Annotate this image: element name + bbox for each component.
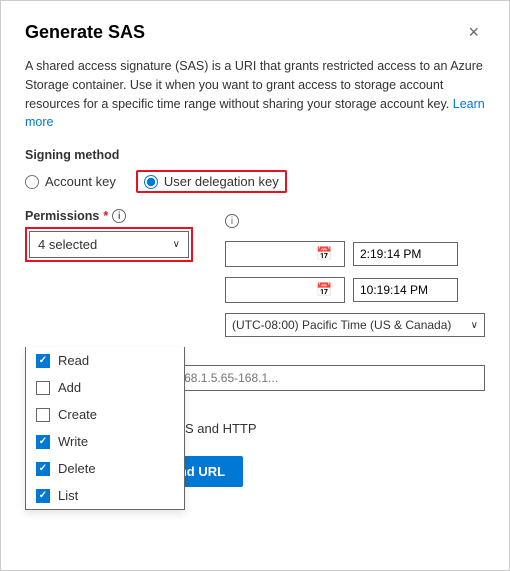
- account-key-label: Account key: [45, 174, 116, 189]
- permission-list-label: List: [58, 488, 78, 503]
- account-key-radio[interactable]: [25, 175, 39, 189]
- start-calendar-icon[interactable]: 📅: [316, 246, 332, 262]
- description-body: A shared access signature (SAS) is a URI…: [25, 59, 483, 111]
- permissions-label: Permissions * i: [25, 209, 205, 223]
- expiry-date-input[interactable]: [232, 283, 312, 297]
- permission-create-checkbox[interactable]: [36, 408, 50, 422]
- permission-write-checkbox[interactable]: [36, 435, 50, 449]
- dialog-header: Generate SAS ×: [25, 21, 485, 43]
- permission-delete-checkbox[interactable]: [36, 462, 50, 476]
- start-date-input[interactable]: [232, 247, 312, 261]
- permission-read-checkbox[interactable]: [36, 354, 50, 368]
- timezone-select[interactable]: (UTC-08:00) Pacific Time (US & Canada) ∨: [225, 313, 485, 337]
- description-text: A shared access signature (SAS) is a URI…: [25, 57, 485, 132]
- permission-list-item[interactable]: List: [26, 482, 184, 509]
- permissions-info-icon[interactable]: i: [112, 209, 126, 223]
- permission-read-item[interactable]: Read: [26, 347, 184, 374]
- expiry-time-input[interactable]: 10:19:14 PM: [353, 278, 458, 302]
- permissions-dropdown-menu: Read Add Create Write: [25, 347, 185, 510]
- permission-delete-item[interactable]: Delete: [26, 455, 184, 482]
- dialog-title: Generate SAS: [25, 22, 145, 43]
- right-content: i 📅 2:19:14 PM 📅 10:19:14 PM (: [205, 209, 485, 347]
- required-asterisk: *: [103, 209, 108, 223]
- generate-sas-dialog: Generate SAS × A shared access signature…: [0, 0, 510, 571]
- permission-create-item[interactable]: Create: [26, 401, 184, 428]
- signing-method-radio-group: Account key User delegation key: [25, 170, 485, 193]
- start-date-input-wrap: 📅: [225, 241, 345, 267]
- expiry-datetime-row: 📅 10:19:14 PM: [225, 277, 485, 303]
- permission-add-checkbox[interactable]: [36, 381, 50, 395]
- permission-write-label: Write: [58, 434, 88, 449]
- permissions-label-text: Permissions: [25, 209, 99, 223]
- main-layout: Permissions * i 4 selected ∨ Read Add: [25, 209, 485, 347]
- close-button[interactable]: ×: [462, 21, 485, 43]
- start-info-icon[interactable]: i: [225, 214, 239, 228]
- user-delegation-key-radio[interactable]: [144, 175, 158, 189]
- permission-list-checkbox[interactable]: [36, 489, 50, 503]
- timezone-chevron-icon: ∨: [471, 320, 478, 331]
- permissions-section: Permissions * i 4 selected ∨ Read Add: [25, 209, 205, 347]
- permission-write-item[interactable]: Write: [26, 428, 184, 455]
- start-time-input[interactable]: 2:19:14 PM: [353, 242, 458, 266]
- permissions-dropdown-trigger[interactable]: 4 selected ∨: [29, 231, 189, 258]
- expiry-date-input-wrap: 📅: [225, 277, 345, 303]
- account-key-option[interactable]: Account key: [25, 174, 116, 189]
- start-datetime-row: 📅 2:19:14 PM: [225, 241, 485, 267]
- signing-method-label: Signing method: [25, 148, 485, 162]
- permission-create-label: Create: [58, 407, 97, 422]
- permission-add-item[interactable]: Add: [26, 374, 184, 401]
- signing-method-section: Signing method Account key User delegati…: [25, 148, 485, 193]
- user-delegation-key-label: User delegation key: [164, 174, 279, 189]
- permission-read-label: Read: [58, 353, 89, 368]
- user-delegation-key-option[interactable]: User delegation key: [136, 170, 287, 193]
- permission-add-label: Add: [58, 380, 81, 395]
- permissions-bordered-container: 4 selected ∨ Read Add Create: [25, 227, 193, 262]
- permissions-selected-count: 4 selected: [38, 237, 97, 252]
- timezone-label: (UTC-08:00) Pacific Time (US & Canada): [232, 318, 471, 332]
- chevron-down-icon: ∨: [173, 239, 180, 250]
- permission-delete-label: Delete: [58, 461, 96, 476]
- expiry-calendar-icon[interactable]: 📅: [316, 282, 332, 298]
